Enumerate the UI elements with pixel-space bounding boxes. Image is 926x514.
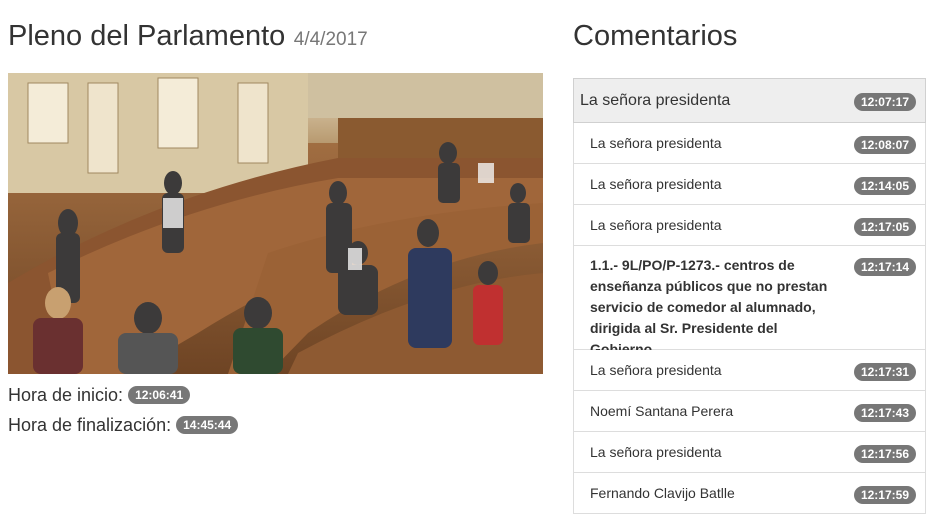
comment-time-badge: 12:17:43 [853,404,916,422]
start-time-row: Hora de inicio: 12:06:41 [8,384,191,406]
comment-time-badge: 12:17:14 [853,258,916,276]
comment-time-badge: 12:14:05 [853,177,916,195]
comments-heading: Comentarios [573,20,738,52]
list-item[interactable]: La señora presidenta 12:14:05 [573,164,926,205]
end-time-badge: 14:45:44 [176,416,239,435]
comment-time-badge: 12:08:07 [853,136,916,154]
list-item[interactable]: 1.1.- 9L/PO/P-1273.- centros de enseñanz… [573,246,926,357]
list-item[interactable]: La señora presidenta 12:17:05 [573,205,926,246]
list-item[interactable]: La señora presidenta 12:17:31 [573,350,926,391]
comment-time-badge: 12:17:31 [853,363,916,381]
list-item[interactable]: La señora presidenta 12:17:56 [573,432,926,473]
comments-list: La señora presidenta 12:07:17 La señora … [573,78,926,514]
comment-time-badge: 12:17:05 [853,218,916,236]
session-title: Pleno del Parlamento [8,20,286,52]
list-item[interactable]: La señora presidenta 12:08:07 [573,123,926,164]
list-item[interactable]: Noemí Santana Perera 12:17:43 [573,391,926,432]
comment-time-badge: 12:07:17 [853,93,916,111]
parliament-video-frame [8,73,543,374]
comment-time-badge: 12:17:56 [853,445,916,463]
comment-time-badge: 12:17:59 [853,486,916,504]
list-item[interactable]: La señora presidenta 12:07:17 [573,78,926,123]
page-title: Pleno del Parlamento 4/4/2017 [8,20,368,53]
start-time-badge: 12:06:41 [128,386,191,405]
end-time-row: Hora de finalización: 14:45:44 [8,414,239,436]
end-time-label: Hora de finalización: [8,414,172,435]
start-time-label: Hora de inicio: [8,384,124,405]
video-player[interactable] [8,73,543,374]
session-date: 4/4/2017 [293,29,368,50]
list-item[interactable]: Fernando Clavijo Batlle 12:17:59 [573,473,926,514]
